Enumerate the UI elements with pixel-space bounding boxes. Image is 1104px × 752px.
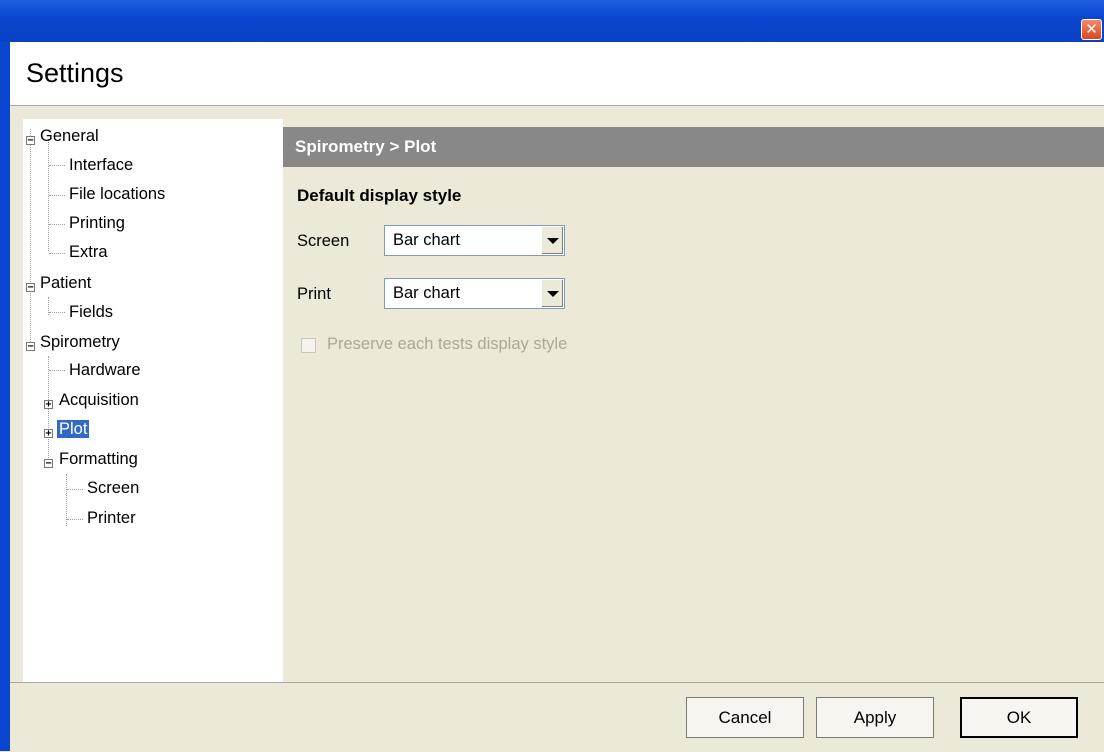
header-separator [10,105,1104,113]
tree-line [49,224,65,225]
print-style-select[interactable]: Bar chart [384,278,565,309]
tree-item-plot[interactable]: Plot [57,419,90,441]
tree-item-screen[interactable]: Screen [87,478,139,500]
tree-item-patient[interactable]: Patient [40,273,91,295]
chevron-down-icon[interactable] [541,280,563,307]
tree-item-formatting[interactable]: Formatting [59,449,138,471]
tree-line [67,489,83,490]
apply-button[interactable]: Apply [816,697,934,738]
dialog-header: Settings [10,42,1104,105]
collapse-icon[interactable]: − [44,459,53,469]
collapse-icon[interactable]: − [26,342,35,352]
tree-line [49,253,65,254]
dialog-footer: Cancel Apply OK [10,682,1104,752]
settings-panel: Spirometry > Plot Default display style … [283,119,1104,682]
tree-item-hardware[interactable]: Hardware [69,360,141,382]
tree-item-printing[interactable]: Printing [69,213,125,235]
dialog-content: − General Interface File locations Print… [10,113,1104,682]
tree-line [49,165,65,166]
collapse-icon[interactable]: − [26,283,35,293]
screen-label: Screen [297,232,350,250]
tree-line [49,195,65,196]
tree-item-printer[interactable]: Printer [87,508,136,530]
tree-item-interface[interactable]: Interface [69,155,133,177]
ok-button[interactable]: OK [960,697,1078,738]
dialog-title: Settings [26,58,124,88]
settings-tree[interactable]: − General Interface File locations Print… [23,119,285,682]
tree-item-acquisition[interactable]: Acquisition [59,390,139,412]
section-title: Default display style [297,186,462,205]
tree-item-general[interactable]: General [40,126,99,148]
tree-line [30,129,31,348]
window-border [0,42,10,751]
screen-style-select[interactable]: Bar chart [384,225,565,256]
tree-item-fields[interactable]: Fields [69,302,113,324]
tree-line [49,370,65,371]
preserve-style-label: Preserve each tests display style [327,335,568,353]
print-label: Print [297,285,331,303]
expand-icon[interactable]: + [44,429,53,439]
screen-style-value: Bar chart [393,231,460,249]
tree-line [49,312,65,313]
tree-line [48,356,49,466]
tree-line [67,519,83,520]
panel-header: Spirometry > Plot [283,127,1104,167]
tree-item-file-locations[interactable]: File locations [69,184,165,206]
cancel-button[interactable]: Cancel [686,697,804,738]
tree-item-spirometry[interactable]: Spirometry [40,332,120,354]
tree-item-extra[interactable]: Extra [69,242,108,264]
collapse-icon[interactable]: − [26,136,35,146]
window-titlebar: ✕ [0,0,1104,42]
close-icon[interactable]: ✕ [1081,19,1102,40]
breadcrumb: Spirometry > Plot [295,137,437,156]
print-style-value: Bar chart [393,284,460,302]
preserve-style-checkbox[interactable] [301,338,316,353]
chevron-down-icon[interactable] [541,227,563,254]
expand-icon[interactable]: + [44,400,53,410]
